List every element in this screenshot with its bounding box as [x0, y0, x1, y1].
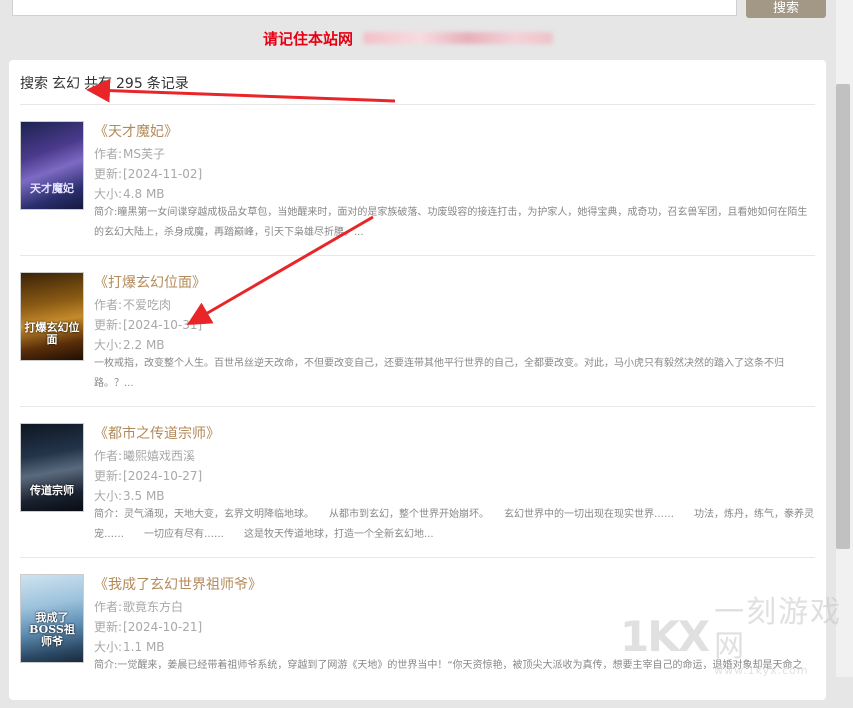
watermark-logo: 1KX — [620, 611, 710, 661]
book-author: 作者:MS芙子 — [94, 145, 165, 162]
search-input[interactable] — [12, 0, 737, 16]
book-updated: 更新:[2024-10-21] — [94, 618, 202, 635]
search-button[interactable]: 搜索 — [746, 0, 826, 18]
result-summary: 搜索 玄幻 共有 295 条记录 — [20, 73, 193, 93]
author-value: 曦熙嬉戏西溪 — [123, 449, 196, 463]
size-value: 4.8 MB — [123, 187, 165, 201]
updated-value: [2024-10-31] — [123, 318, 203, 332]
book-cover[interactable]: 我成了BOSS祖师爷 — [20, 574, 84, 663]
book-intro: 简介：灵气涌现，天地大变，玄界文明降临地球。 从都市到玄幻，整个世界开始崩坏。 … — [94, 505, 815, 545]
watermark-url: www.1kyx.com — [714, 663, 809, 677]
book-size: 大小:1.1 MB — [94, 638, 165, 655]
author-label: 作者: — [94, 298, 123, 312]
list-item: 打爆玄幻位面 《打爆玄幻位面》 作者:不爱吃肉 更新:[2024-10-31] … — [20, 256, 815, 406]
author-label: 作者: — [94, 449, 123, 463]
updated-value: [2024-10-21] — [123, 620, 203, 634]
summary-records-label: 条记录 — [146, 76, 189, 92]
size-label: 大小: — [94, 489, 123, 503]
intro-value: 瞳黑第一女间谍穿越成极品女草包，当她醒来时，面对的是家族破落、功废毁容的接连打击… — [94, 207, 808, 238]
list-item: 天才魔妃 《天才魔妃》 作者:MS芙子 更新:[2024-11-02] 大小:4… — [20, 105, 815, 255]
book-title-link[interactable]: 《天才魔妃》 — [94, 121, 178, 141]
size-value: 2.2 MB — [123, 338, 165, 352]
book-intro: 简介:瞳黑第一女间谍穿越成极品女草包，当她醒来时，面对的是家族破落、功废毁容的接… — [94, 203, 815, 243]
book-updated: 更新:[2024-11-02] — [94, 165, 202, 182]
site-notice: 请记住本站网 — [263, 27, 554, 49]
book-cover[interactable]: 天才魔妃 — [20, 121, 84, 210]
watermark-name: 一刻游戏网 — [714, 594, 843, 664]
book-size: 大小:3.5 MB — [94, 487, 165, 504]
intro-value: 一枚戒指，改变整个人生。百世吊丝逆天改命，不但要改变自己，还要连带其他平行世界的… — [94, 358, 784, 389]
summary-count: 295 — [116, 76, 143, 92]
size-value: 3.5 MB — [123, 489, 165, 503]
size-label: 大小: — [94, 338, 123, 352]
book-author: 作者:曦熙嬉戏西溪 — [94, 447, 195, 464]
site-notice-text: 请记住本站网 — [263, 29, 354, 48]
book-cover[interactable]: 打爆玄幻位面 — [20, 272, 84, 361]
book-title-link[interactable]: 《打爆玄幻位面》 — [94, 272, 206, 292]
summary-keyword: 玄幻 — [52, 76, 80, 92]
updated-value: [2024-11-02] — [123, 167, 203, 181]
blurred-url — [363, 32, 554, 44]
book-size: 大小:4.8 MB — [94, 185, 165, 202]
summary-label: 搜索 — [20, 76, 48, 92]
updated-value: [2024-10-27] — [123, 469, 203, 483]
summary-total-label: 共有 — [84, 76, 112, 92]
intro-label: 简介: — [94, 660, 118, 671]
site-watermark: 1KX 一刻游戏网 www.1kyx.com — [620, 595, 846, 677]
cover-text: 传道宗师 — [30, 484, 74, 497]
book-title-link[interactable]: 《我成了玄幻世界祖师爷》 — [94, 574, 262, 594]
size-value: 1.1 MB — [123, 640, 165, 654]
author-label: 作者: — [94, 147, 123, 161]
scrollbar-thumb[interactable] — [836, 84, 850, 549]
book-author: 作者:不爱吃肉 — [94, 296, 171, 313]
book-cover[interactable]: 传道宗师 — [20, 423, 84, 512]
cover-text: 天才魔妃 — [30, 182, 74, 195]
book-size: 大小:2.2 MB — [94, 336, 165, 353]
cover-text: 我成了BOSS祖师爷 — [29, 611, 75, 648]
author-label: 作者: — [94, 600, 123, 614]
updated-label: 更新: — [94, 167, 123, 181]
author-value: 歌竟东方白 — [123, 600, 184, 614]
intro-value: 简介：灵气涌现，天地大变，玄界文明降临地球。 从都市到玄幻，整个世界开始崩坏。 … — [94, 509, 814, 540]
author-value: MS芙子 — [123, 147, 166, 161]
author-value: 不爱吃肉 — [123, 298, 172, 312]
book-intro: 一枚戒指，改变整个人生。百世吊丝逆天改命，不但要改变自己，还要连带其他平行世界的… — [94, 354, 815, 394]
updated-label: 更新: — [94, 469, 123, 483]
intro-label: 简介: — [94, 207, 118, 218]
book-updated: 更新:[2024-10-31] — [94, 316, 202, 333]
updated-label: 更新: — [94, 620, 123, 634]
cover-text: 打爆玄幻位面 — [24, 321, 80, 346]
book-title-link[interactable]: 《都市之传道宗师》 — [94, 423, 220, 443]
book-updated: 更新:[2024-10-27] — [94, 467, 202, 484]
list-item: 传道宗师 《都市之传道宗师》 作者:曦熙嬉戏西溪 更新:[2024-10-27]… — [20, 407, 815, 557]
size-label: 大小: — [94, 640, 123, 654]
book-author: 作者:歌竟东方白 — [94, 598, 183, 615]
size-label: 大小: — [94, 187, 123, 201]
updated-label: 更新: — [94, 318, 123, 332]
